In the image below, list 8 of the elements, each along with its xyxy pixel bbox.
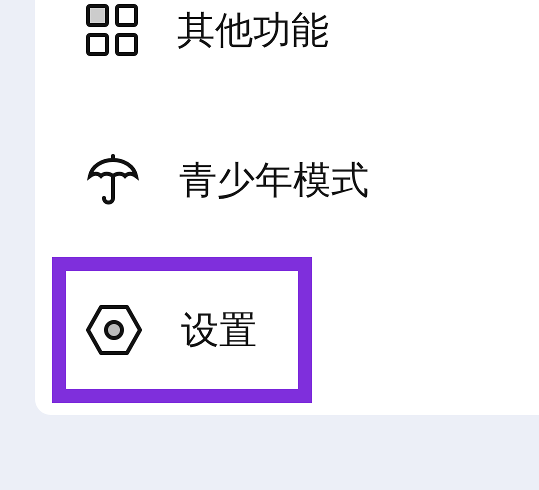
menu-item[interactable]: 青少年模式	[52, 107, 452, 253]
settings-icon	[85, 304, 143, 356]
menu-item[interactable]: 设置	[52, 257, 312, 403]
grid-icon	[85, 3, 139, 57]
menu-label: 其他功能	[177, 6, 329, 54]
menu-item[interactable]: 其他功能	[52, 0, 452, 103]
menu-label: 青少年模式	[179, 156, 369, 204]
menu-label: 设置	[181, 306, 257, 354]
